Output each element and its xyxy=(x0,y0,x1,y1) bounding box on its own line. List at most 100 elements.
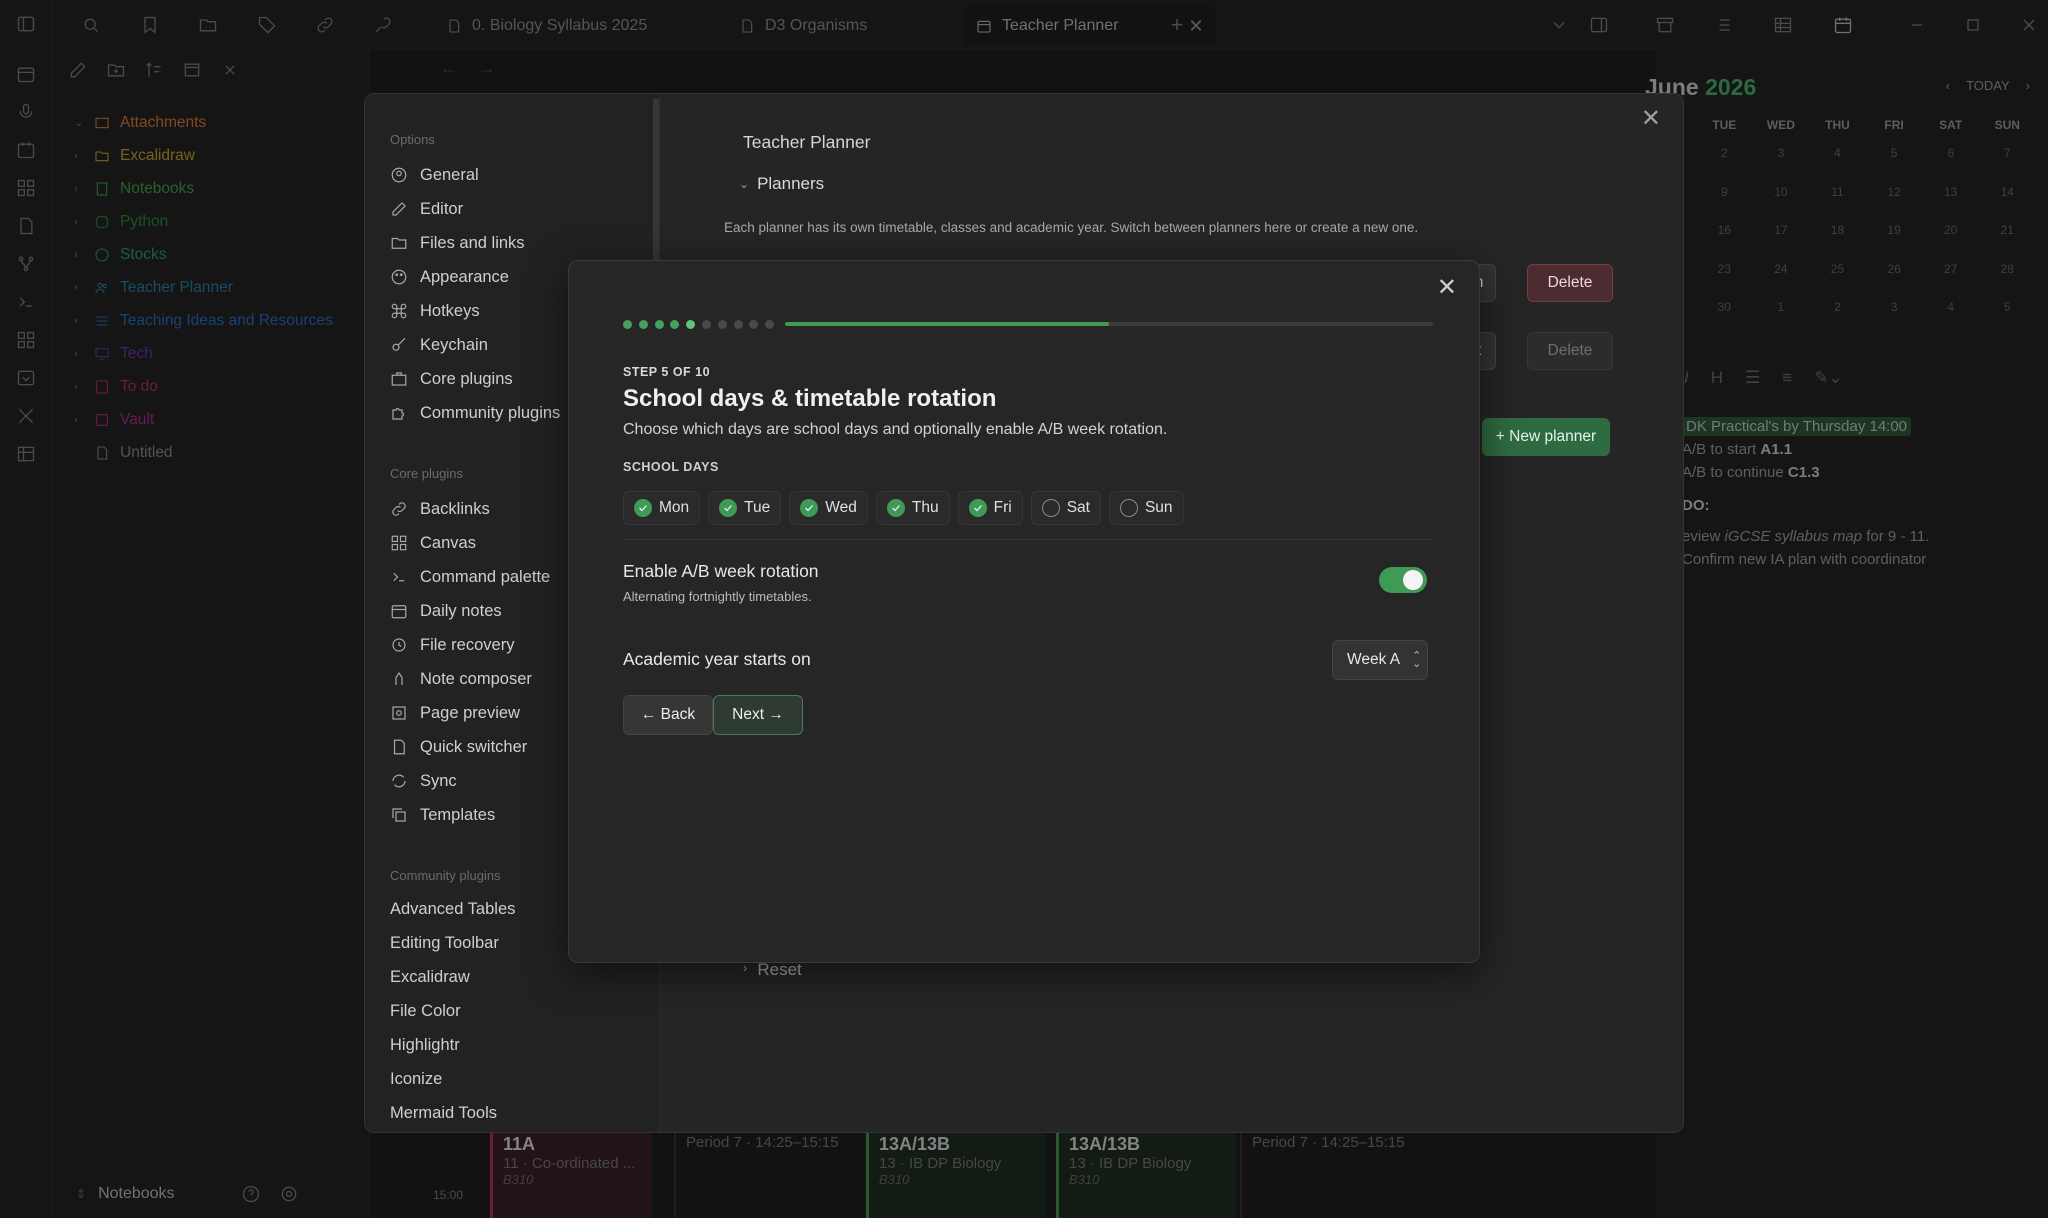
nav-page-preview[interactable]: Page preview xyxy=(390,698,520,728)
planners-section-header[interactable]: ⌄ Planners xyxy=(739,174,824,194)
delete-planner-button[interactable]: Delete xyxy=(1527,264,1613,302)
day-chip-tue[interactable]: Tue xyxy=(708,491,782,525)
nav-label: Excalidraw xyxy=(390,967,470,986)
next-button[interactable]: Next → xyxy=(713,695,803,735)
nav-label: Page preview xyxy=(420,703,520,722)
nav-label: Files and links xyxy=(420,233,525,252)
nav-highlightr[interactable]: Highlightr xyxy=(390,1030,460,1060)
nav-general[interactable]: General xyxy=(390,160,479,190)
planners-heading: Planners xyxy=(757,174,825,193)
close-wizard-icon[interactable]: ✕ xyxy=(1437,273,1457,302)
nav-label: Backlinks xyxy=(420,499,490,518)
reset-section[interactable]: › Reset xyxy=(743,960,802,980)
planners-description: Each planner has its own timetable, clas… xyxy=(724,220,1419,235)
day-chip-thu[interactable]: Thu xyxy=(875,491,950,525)
user-circle-icon xyxy=(391,167,407,183)
copy-icon xyxy=(392,808,406,822)
nav-advanced-tables[interactable]: Advanced Tables xyxy=(390,894,515,924)
day-chip-sun[interactable]: Sun xyxy=(1108,491,1184,525)
nav-label: Iconize xyxy=(390,1069,443,1088)
command-icon xyxy=(391,303,407,319)
nav-appearance[interactable]: Appearance xyxy=(390,262,509,292)
academic-year-select[interactable]: Week A ⌃ ⌄ xyxy=(1332,640,1428,680)
nav-note-composer[interactable]: Note composer xyxy=(390,664,532,694)
key-icon xyxy=(392,337,406,351)
rotation-description: Alternating fortnightly timetables. xyxy=(623,589,812,604)
file-search-icon xyxy=(393,739,405,755)
check-circle-icon xyxy=(886,499,905,517)
step-dot xyxy=(733,319,743,329)
nav-daily-notes[interactable]: Daily notes xyxy=(390,596,502,626)
nav-label: General xyxy=(420,165,479,184)
academic-year-label: Academic year starts on xyxy=(623,649,811,669)
nav-section-options: Options xyxy=(390,132,435,147)
briefcase-icon xyxy=(391,372,407,386)
wizard-title: School days & timetable rotation xyxy=(623,385,997,412)
day-label: Mon xyxy=(659,499,690,516)
progress-bar-fill xyxy=(784,322,1109,326)
nav-mermaid-tools[interactable]: Mermaid Tools xyxy=(390,1098,497,1128)
nav-editing-toolbar[interactable]: Editing Toolbar xyxy=(390,928,499,958)
wizard-progress xyxy=(623,319,1433,329)
nav-label: Canvas xyxy=(420,533,476,552)
new-planner-button[interactable]: + New planner xyxy=(1482,418,1610,456)
day-chip-mon[interactable]: Mon xyxy=(623,491,701,525)
nav-section-community: Community plugins xyxy=(390,868,501,883)
button-label: Delete xyxy=(1547,274,1593,291)
step-dot xyxy=(749,319,759,329)
nav-file-color[interactable]: File Color xyxy=(390,996,461,1026)
nav-quick-switcher[interactable]: Quick switcher xyxy=(390,732,527,762)
nav-label: Quick switcher xyxy=(420,737,528,756)
nav-editor[interactable]: Editor xyxy=(390,194,463,224)
nav-files-links[interactable]: Files and links xyxy=(390,228,525,258)
nav-label: Note composer xyxy=(420,669,532,688)
sync-icon xyxy=(392,774,406,788)
reset-label: Reset xyxy=(757,960,802,979)
button-label: ← Back xyxy=(640,706,696,723)
calendar-icon xyxy=(391,605,407,619)
step-dot xyxy=(717,319,727,329)
nav-core-plugins[interactable]: Core plugins xyxy=(390,364,513,394)
preview-icon xyxy=(392,706,406,720)
nav-label: Appearance xyxy=(420,267,509,286)
nav-templates[interactable]: Templates xyxy=(390,800,495,830)
nav-label: Advanced Tables xyxy=(390,899,516,918)
nav-community-plugins[interactable]: Community plugins xyxy=(390,398,560,428)
nav-label: Templates xyxy=(420,805,496,824)
day-label: Tue xyxy=(744,499,771,516)
delete-planner-button-disabled[interactable]: Delete xyxy=(1527,332,1613,370)
nav-canvas[interactable]: Canvas xyxy=(390,528,476,558)
day-label: Thu xyxy=(911,499,939,516)
puzzle-icon xyxy=(392,407,405,420)
close-settings-icon[interactable]: ✕ xyxy=(1641,104,1661,133)
nav-backlinks[interactable]: Backlinks xyxy=(390,494,490,524)
empty-circle-icon xyxy=(1119,499,1138,517)
day-chip-wed[interactable]: Wed xyxy=(789,491,868,525)
check-circle-icon xyxy=(634,499,652,517)
step-dot-current xyxy=(686,319,696,329)
link-icon xyxy=(392,502,406,516)
settings-page-title: Teacher Planner xyxy=(743,132,871,152)
school-days-heading: SCHOOL DAYS xyxy=(623,460,719,474)
nav-label: Community plugins xyxy=(420,403,561,422)
day-chip-fri[interactable]: Fri xyxy=(957,491,1023,525)
nav-file-recovery[interactable]: File recovery xyxy=(390,630,514,660)
folder-icon xyxy=(391,237,407,249)
nav-excalidraw[interactable]: Excalidraw xyxy=(390,962,470,992)
nav-keychain[interactable]: Keychain xyxy=(390,330,488,360)
rotation-toggle[interactable] xyxy=(1379,567,1427,593)
nav-hotkeys[interactable]: Hotkeys xyxy=(390,296,480,326)
nav-label: Highlightr xyxy=(390,1035,460,1054)
terminal-icon xyxy=(393,572,405,582)
day-chip-sat[interactable]: Sat xyxy=(1030,491,1101,525)
nav-label: Core plugins xyxy=(420,369,513,388)
step-dot xyxy=(765,319,775,329)
school-days-chips: Mon Tue Wed Thu Fri Sat Sun xyxy=(623,491,1184,525)
nav-command-palette[interactable]: Command palette xyxy=(390,562,550,592)
nav-label: File recovery xyxy=(420,635,515,654)
nav-label: Hotkeys xyxy=(420,301,480,320)
nav-sync[interactable]: Sync xyxy=(390,766,457,796)
back-button[interactable]: ← Back xyxy=(623,695,713,735)
nav-label: Editing Toolbar xyxy=(390,933,499,952)
nav-iconize[interactable]: Iconize xyxy=(390,1064,442,1094)
